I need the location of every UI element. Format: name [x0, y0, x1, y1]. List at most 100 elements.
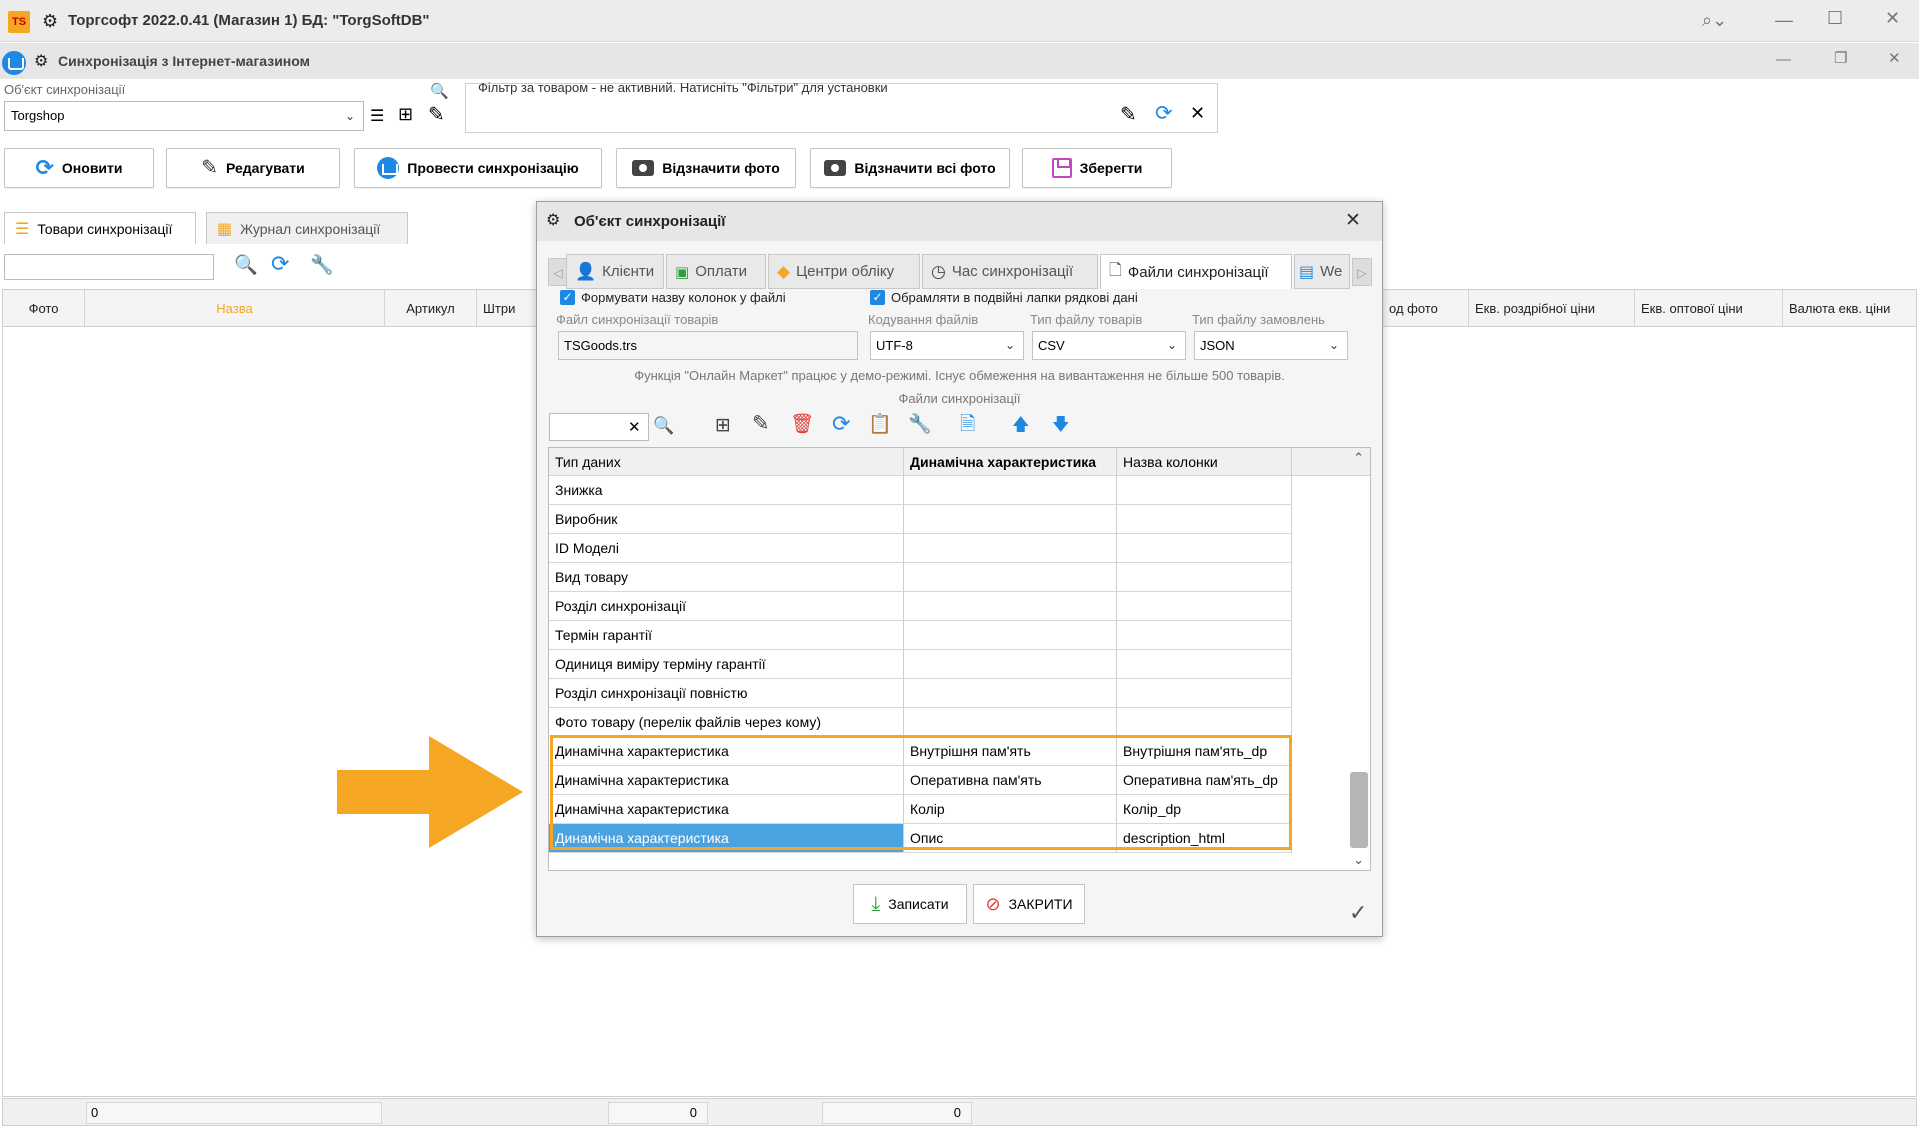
table-cell-col[interactable] [1117, 621, 1292, 650]
col-photo[interactable]: Фото [3, 290, 85, 328]
table-cell-type[interactable]: Одиниця виміру терміну гарантії [549, 650, 904, 679]
tabs-scroll-left-icon[interactable]: ◁ [548, 258, 568, 286]
table-cell-type[interactable]: Розділ синхронізації повністю [549, 679, 904, 708]
table-cell-col[interactable] [1117, 505, 1292, 534]
col-type[interactable]: Тип даних [549, 448, 904, 476]
arrow-down-icon[interactable]: 🡇 [1052, 415, 1069, 435]
object-select[interactable]: Torgshop ⌄ [4, 101, 364, 131]
gear-icon[interactable]: ⚙ [42, 12, 58, 30]
dialog-tab-web[interactable]: ▤ We [1294, 254, 1350, 289]
table-cell-type[interactable]: ID Моделі [549, 534, 904, 563]
tab-journal[interactable]: ▦ Журнал синхронізації [206, 212, 408, 244]
table-cell-type[interactable]: Вид товару [549, 563, 904, 592]
col-barcode[interactable]: Штри [477, 290, 537, 328]
encoding-select[interactable]: UTF-8 ⌄ [870, 331, 1024, 360]
close-icon[interactable]: ✕ [1885, 9, 1900, 27]
table-cell-dyn[interactable] [904, 592, 1117, 621]
mark-photo-button[interactable]: Відзначити фото [616, 148, 796, 188]
edit-button[interactable]: ✎ Редагувати [166, 148, 340, 188]
table-cell-type[interactable]: Розділ синхронізації [549, 592, 904, 621]
table-cell-col[interactable] [1117, 534, 1292, 563]
dialog-tab-clients[interactable]: 👤 Клієнти [566, 254, 664, 289]
table-cell-dyn[interactable] [904, 621, 1117, 650]
table-cell-dyn[interactable] [904, 563, 1117, 592]
table-cell-col[interactable] [1117, 708, 1292, 737]
table-cell-dyn[interactable] [904, 708, 1117, 737]
dialog-tab-time[interactable]: ◷ Час синхронізації [922, 254, 1098, 289]
tabs-scroll-right-icon[interactable]: ▷ [1352, 258, 1372, 286]
col-wholesale-eq[interactable]: Екв. оптової ціни [1635, 290, 1783, 328]
files-grid-scrollbar[interactable] [1350, 772, 1368, 848]
maximize-icon[interactable]: ☐ [1827, 9, 1843, 27]
col-photo-code[interactable]: од фото [1383, 290, 1469, 328]
col-currency-eq[interactable]: Валюта екв. ціни [1783, 290, 1916, 328]
dialog-tab-payments[interactable]: ▣ Оплати [666, 254, 766, 289]
table-cell-dyn[interactable] [904, 476, 1117, 505]
dialog-tab-files[interactable]: 🗋 Файли синхронізації [1100, 254, 1292, 289]
pencil-icon[interactable]: ✎ [1120, 102, 1137, 127]
goods-type-select[interactable]: CSV ⌄ [1032, 331, 1186, 360]
table-cell-col[interactable] [1117, 563, 1292, 592]
col-article[interactable]: Артикул [385, 290, 477, 328]
table-cell-type[interactable]: Знижка [549, 476, 904, 505]
table-cell-dyn[interactable] [904, 679, 1117, 708]
document-icon[interactable]: 🗎 [960, 415, 975, 435]
refresh-icon[interactable]: ⟳ [271, 251, 289, 277]
sync-button[interactable]: Провести синхронізацію [354, 148, 602, 188]
table-cell-col[interactable] [1117, 592, 1292, 621]
col-colname[interactable]: Назва колонки [1117, 448, 1292, 476]
clipboard-icon[interactable]: 📋 [868, 415, 892, 435]
search-icon[interactable]: 🔍 [430, 82, 449, 100]
col-dyn[interactable]: Динамічна характеристика [904, 448, 1117, 476]
search-icon[interactable]: ⌕⌄ [1702, 11, 1727, 29]
wrench-icon[interactable]: 🔧 [310, 253, 334, 277]
orders-type-select[interactable]: JSON ⌄ [1194, 331, 1348, 360]
close-icon[interactable]: ✕ [1345, 209, 1361, 232]
pencil-icon[interactable]: ✎ [752, 413, 770, 434]
refresh-icon[interactable]: ⟳ [832, 413, 850, 435]
table-cell-type[interactable]: Термін гарантії [549, 621, 904, 650]
grid-search-input[interactable] [4, 254, 214, 280]
record-button[interactable]: ⤓ Записати [853, 884, 967, 924]
list-icon[interactable]: ☰ [370, 106, 384, 126]
clear-icon[interactable]: ✕ [628, 418, 641, 436]
close-button[interactable]: ⊘ ЗАКРИТИ [973, 884, 1085, 924]
add-doc-icon[interactable]: ⊞ [398, 104, 413, 125]
wrench-icon[interactable]: 🔧 [908, 415, 932, 435]
save-button[interactable]: Зберегти [1022, 148, 1172, 188]
table-cell-dyn[interactable] [904, 505, 1117, 534]
table-cell-dyn[interactable] [904, 534, 1117, 563]
search-dropdown-icon[interactable]: 🔍 [653, 416, 674, 436]
dialog-tab-time-label: Час синхронізації [951, 263, 1074, 280]
scroll-down-icon[interactable]: ⌄ [1353, 852, 1364, 868]
close-icon[interactable]: ✕ [1888, 50, 1901, 68]
checkbox-columns[interactable]: ✓ [560, 290, 575, 305]
refresh-button[interactable]: ⟳ Оновити [4, 148, 154, 188]
close-icon[interactable]: ✕ [1190, 103, 1205, 124]
restore-icon[interactable]: ❐ [1834, 50, 1847, 68]
scroll-up-icon[interactable]: ⌃ [1353, 450, 1364, 466]
minimize-icon[interactable]: — [1776, 51, 1791, 69]
checkmark-icon[interactable]: ✓ [1349, 900, 1367, 926]
checkbox-quotes[interactable]: ✓ [870, 290, 885, 305]
goods-file-input[interactable]: TSGoods.trs [558, 331, 858, 360]
add-doc-icon[interactable]: ⊞ [715, 416, 731, 436]
table-cell-type[interactable]: Виробник [549, 505, 904, 534]
gear-icon[interactable]: ⚙ [34, 53, 48, 71]
arrow-up-icon[interactable]: 🡅 [1012, 415, 1029, 435]
dialog-tab-centers[interactable]: ◆ Центри обліку [768, 254, 920, 289]
col-name[interactable]: Назва [85, 290, 385, 328]
refresh-icon[interactable]: ⟳ [1155, 101, 1173, 126]
table-cell-dyn[interactable] [904, 650, 1117, 679]
mark-all-photo-button[interactable]: Відзначити всі фото [810, 148, 1010, 188]
table-cell-type[interactable]: Фото товару (перелік файлів через кому) [549, 708, 904, 737]
search-icon[interactable]: 🔍 [234, 253, 258, 277]
table-cell-col[interactable] [1117, 650, 1292, 679]
col-retail-eq[interactable]: Екв. роздрібної ціни [1469, 290, 1635, 328]
pencil-icon[interactable]: ✎ [428, 102, 445, 127]
table-cell-col[interactable] [1117, 476, 1292, 505]
tab-goods[interactable]: ☰ Товари синхронізації [4, 212, 196, 244]
delete-icon[interactable]: 🗑 [790, 415, 814, 435]
table-cell-col[interactable] [1117, 679, 1292, 708]
minimize-icon[interactable]: — [1775, 11, 1793, 29]
